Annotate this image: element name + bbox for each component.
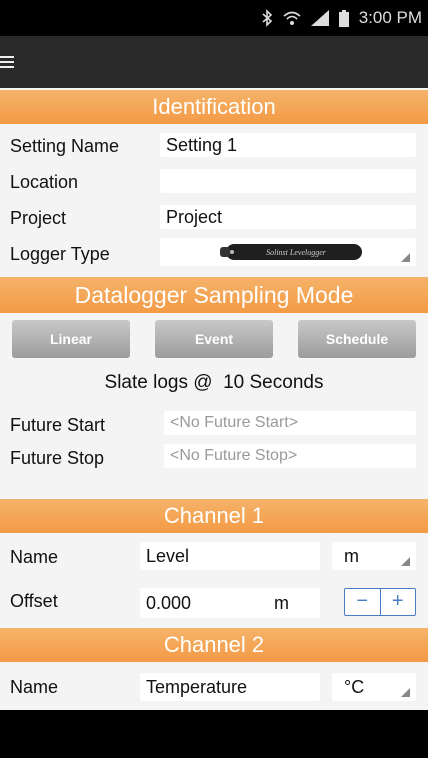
logger-type-label: Logger Type <box>10 244 110 264</box>
sampling-mode-header: Datalogger Sampling Mode <box>0 277 428 313</box>
setting-name-field[interactable]: Setting 1 <box>160 133 416 157</box>
channel-1-header: Channel 1 <box>0 499 428 533</box>
future-stop-label: Future Stop <box>10 448 105 468</box>
channel-1-name-field[interactable]: Level <box>140 542 320 570</box>
channel-2-header: Channel 2 <box>0 628 428 662</box>
offset-unit: m <box>274 593 289 613</box>
channel-1-name-label: Name <box>10 547 59 567</box>
action-bar <box>0 36 428 88</box>
channel-2-name-label: Name <box>10 677 59 697</box>
schedule-button[interactable]: Schedule <box>298 320 416 358</box>
identification-header: Identification <box>0 90 428 124</box>
wifi-icon <box>283 11 301 25</box>
location-label: Location <box>10 172 79 192</box>
setting-name-label: Setting Name <box>10 136 120 156</box>
offset-value: 0.000 <box>146 593 192 613</box>
location-field[interactable] <box>160 169 416 193</box>
increment-button[interactable]: + <box>381 589 416 615</box>
channel-2-unit-dropdown[interactable]: °C <box>332 673 416 701</box>
signal-icon <box>310 10 329 26</box>
decrement-button[interactable]: − <box>345 589 381 615</box>
project-label: Project <box>10 208 67 228</box>
future-stop-field[interactable]: <No Future Stop> <box>164 444 416 468</box>
bluetooth-icon <box>262 9 272 27</box>
project-field[interactable]: Project <box>160 205 416 229</box>
battery-icon <box>338 9 349 27</box>
status-time: 3:00 PM <box>358 8 422 27</box>
dropdown-arrow-icon <box>401 253 410 262</box>
offset-stepper: − + <box>344 588 416 616</box>
logger-brand-text: Solinst Levelogger <box>266 248 327 257</box>
sampling-summary: Slate logs @ 10 Seconds <box>104 372 324 393</box>
levelogger-icon: Solinst Levelogger <box>220 244 362 260</box>
status-icons: 3:00 PM <box>261 8 422 28</box>
event-button[interactable]: Event <box>155 320 273 358</box>
linear-button[interactable]: Linear <box>12 320 130 358</box>
menu-icon[interactable] <box>0 56 14 70</box>
logger-type-dropdown[interactable]: Solinst Levelogger <box>160 238 416 266</box>
offset-label: Offset <box>10 591 58 611</box>
future-start-field[interactable]: <No Future Start> <box>164 411 416 435</box>
channel-2-name-field[interactable]: Temperature <box>140 673 320 701</box>
future-start-label: Future Start <box>10 415 106 435</box>
offset-field[interactable]: 0.000 m <box>140 588 320 618</box>
channel-1-unit-value: m <box>344 546 359 566</box>
status-bar: 3:00 PM <box>0 0 428 36</box>
channel-1-unit-dropdown[interactable]: m <box>332 542 416 570</box>
system-nav-bar <box>0 710 428 758</box>
dropdown-arrow-icon <box>401 688 410 697</box>
dropdown-arrow-icon <box>401 557 410 566</box>
channel-2-unit-value: °C <box>344 677 365 697</box>
